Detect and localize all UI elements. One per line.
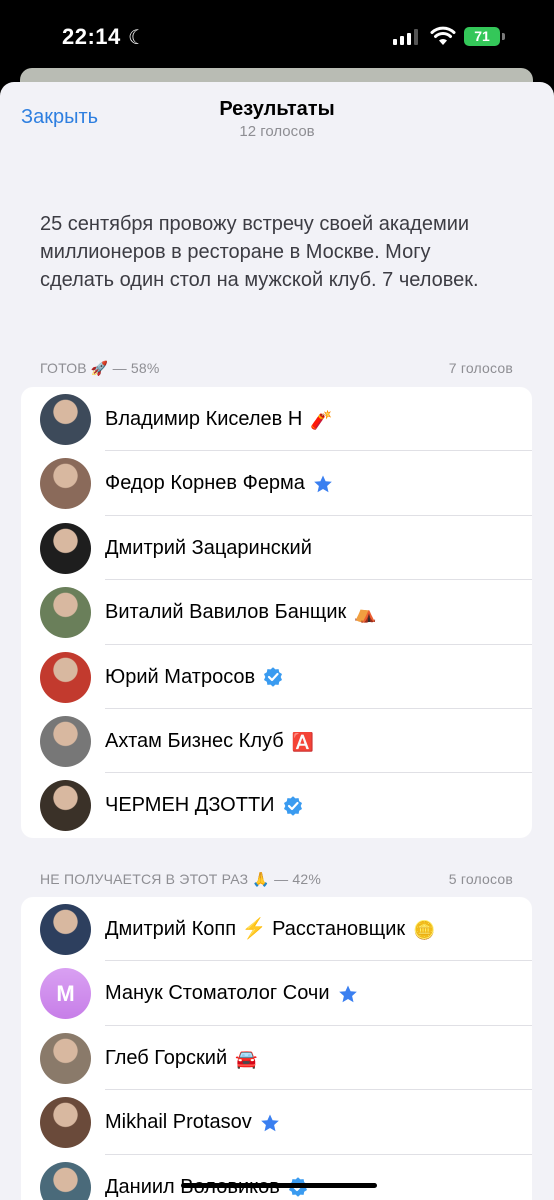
avatar [40,587,91,639]
page-title: Результаты [219,98,335,120]
avatar-initial: М [56,981,75,1007]
voter-row[interactable]: М Манук Стоматолог Сочи [21,961,532,1026]
voter-row[interactable]: Дмитрий Копп ⚡ Расстановщик 🪙 [21,897,532,962]
premium-star-icon [338,985,357,1003]
avatar [40,904,91,955]
voter-name-text: Mikhail Protasov [105,1111,252,1134]
emoji-status-icon: 🅰️ [291,731,315,752]
voter-name-text: Виталий Вавилов Банщик [105,601,347,624]
battery-icon: 71 [464,27,500,46]
voter-row[interactable]: ЧЕРМЕН ДЗОТТИ [21,773,532,837]
cellular-signal-icon [393,29,418,45]
voter-name: ЧЕРМЕН ДЗОТТИ [105,773,303,837]
avatar [40,780,91,832]
results-sheet: Закрыть Результаты 12 голосов 25 сентябр… [0,82,554,1200]
premium-star-icon [260,1114,279,1132]
verified-icon [264,667,283,688]
status-time: 22:14 [62,24,121,49]
avatar [40,1161,91,1200]
moon-icon: ☾ [128,27,146,49]
voter-name: Глеб Горский 🚘 [105,1026,258,1090]
voter-name: Дмитрий Копп ⚡ Расстановщик 🪙 [105,897,436,961]
voter-row[interactable]: Ахтам Бизнес Клуб 🅰️ [21,709,532,774]
voter-row[interactable]: Виталий Вавилов Банщик ⛺ [21,580,532,645]
voter-name-text: Дмитрий Зацаринский [105,536,312,559]
voter-name: Даниил Воловиков [105,1155,308,1200]
voter-name: Дмитрий Зацаринский [105,516,312,580]
voter-name-text: Федор Корнев Ферма [105,472,305,495]
poll-question: 25 сентября провожу встречу своей академ… [40,213,479,291]
voter-name-text: Глеб Горский [105,1046,228,1069]
voter-name: Федор Корнев Ферма [105,451,333,515]
option-votes: 7 голосов [448,360,513,376]
option-label: ГОТОВ 🚀 — 58% [40,360,160,376]
emoji-status-icon: 🧨 [310,409,333,430]
battery-tip [502,33,505,40]
avatar: М [40,968,91,1020]
home-indicator [181,1183,377,1188]
voter-name-text: Ахтам Бизнес Клуб [105,729,284,752]
voter-row[interactable]: Владимир Киселев Н 🧨 [21,387,532,452]
voter-name: Виталий Вавилов Банщик ⛺ [105,580,377,644]
voter-name: Mikhail Protasov [105,1090,280,1154]
emoji-status-icon: ⛺ [354,602,377,623]
voter-name-text: ЧЕРМЕН ДЗОТТИ [105,794,275,817]
emoji-status-icon: 🪙 [413,919,436,940]
voter-row[interactable]: Дмитрий Зацаринский [21,516,532,581]
voter-name-text: Манук Стоматолог Сочи [105,982,330,1005]
premium-star-icon [314,475,332,493]
voter-name-text: Юрий Матросов [105,665,256,688]
voter-name: Ахтам Бизнес Клуб 🅰️ [105,709,314,773]
avatar [40,458,91,510]
avatar [40,522,91,574]
verified-icon [283,796,302,816]
emoji-status-icon: 🚘 [235,1048,258,1069]
voter-name: Манук Стоматолог Сочи [105,961,358,1025]
avatar [40,1097,91,1149]
avatar [40,394,91,445]
voters-list-ready: Владимир Киселев Н 🧨 Федор Корнев Ферма Дми… [21,387,532,838]
voter-name-text: Владимир Киселев Н [105,408,303,430]
voter-name: Владимир Киселев Н 🧨 [105,387,333,451]
vote-count: 12 голосов [239,123,315,140]
option-header-ready: ГОТОВ 🚀 — 58% 7 голосов [40,360,513,377]
voter-row[interactable]: Федор Корнев Ферма [21,451,532,516]
option-header-not-ready: НЕ ПОЛУЧАЕТСЯ В ЭТОТ РАЗ 🙏 — 42% 5 голос… [40,871,513,888]
voter-row[interactable]: Глеб Горский 🚘 [21,1026,532,1091]
avatar [40,1032,91,1084]
voters-list-not-ready: Дмитрий Копп ⚡ Расстановщик 🪙 М Манук Стома… [21,897,532,1200]
voter-row[interactable]: Юрий Матросов [21,645,532,709]
avatar [40,651,91,703]
option-label: НЕ ПОЛУЧАЕТСЯ В ЭТОТ РАЗ 🙏 — 42% [40,871,321,887]
voter-row[interactable]: Даниил Воловиков [21,1155,532,1200]
wifi-icon [430,26,456,45]
voter-name: Юрий Матросов [105,645,283,709]
voter-row[interactable]: Mikhail Protasov [21,1090,532,1155]
status-bar: 22:14 ☾ 71 [0,0,554,70]
avatar [40,715,91,767]
voter-name-text: Дмитрий Копп ⚡ Расстановщик [105,918,406,940]
option-votes: 5 голосов [448,871,513,887]
